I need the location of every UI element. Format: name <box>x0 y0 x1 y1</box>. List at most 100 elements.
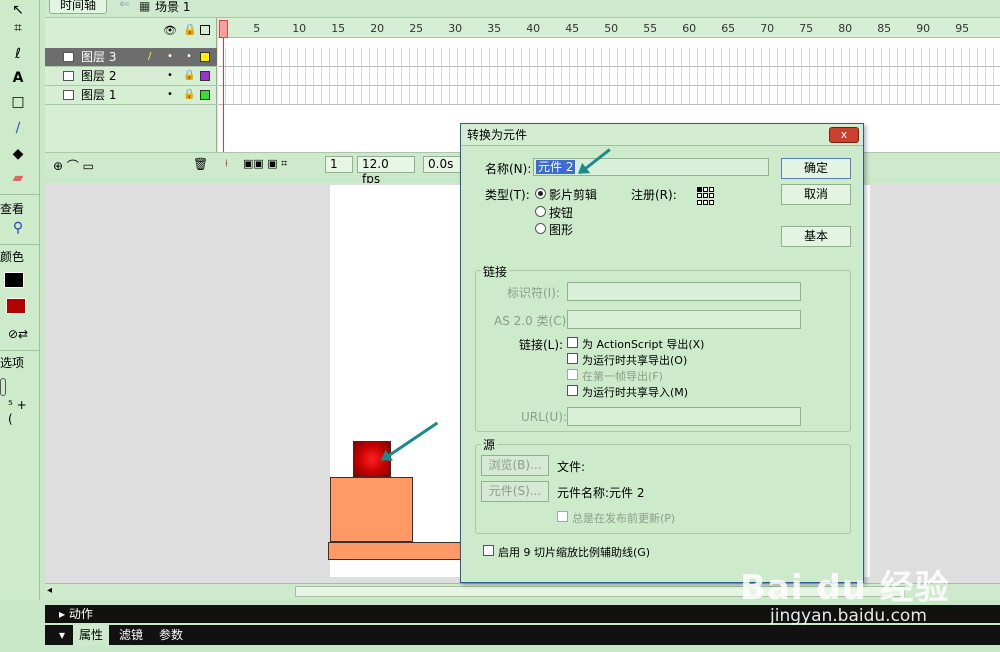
view-section-label: 查看 <box>0 202 25 216</box>
symbol-name-input[interactable]: 元件 2 <box>533 158 769 176</box>
type-graphic-radio[interactable] <box>535 223 546 234</box>
zoom-tool-icon[interactable]: ⚲ <box>8 218 28 238</box>
tab-filters[interactable]: 滤镜 <box>119 625 143 645</box>
orange-base-shape[interactable] <box>328 542 468 560</box>
layer-row-1[interactable]: 图层 1 • 🔒 <box>45 86 217 105</box>
lock-icon[interactable]: 🔒 <box>183 23 197 36</box>
cancel-button[interactable]: 取消 <box>781 184 851 205</box>
export-first-frame-label[interactable]: 在第一帧导出(F) <box>582 368 663 384</box>
export-runtime-checkbox[interactable] <box>567 353 578 364</box>
paint-bucket-icon[interactable]: ◆ <box>8 144 28 164</box>
rectangle-tool-icon[interactable]: □ <box>8 92 28 112</box>
ruler-tick: 5 <box>253 22 261 35</box>
tab-parameters[interactable]: 参数 <box>159 625 183 645</box>
time-box: 0.0s <box>423 156 463 173</box>
lock-dot[interactable]: • <box>186 48 192 66</box>
close-button[interactable]: x <box>829 127 859 143</box>
type-movieclip-radio[interactable] <box>535 188 546 199</box>
smooth-option-icon[interactable]: ⁵ +( <box>8 398 28 426</box>
registration-grid[interactable] <box>697 187 715 205</box>
registration-label: 注册(R): <box>631 188 677 202</box>
layer-color-swatch[interactable] <box>200 71 210 81</box>
browse-button[interactable]: 浏览(B)... <box>481 455 549 476</box>
ruler-tick: 75 <box>799 22 814 35</box>
import-runtime-label[interactable]: 为运行时共享导入(M) <box>582 384 688 400</box>
layer-row-3[interactable]: 图层 3 / • • <box>45 48 217 67</box>
back-arrow-icon[interactable]: ⇐ <box>119 0 130 12</box>
layer-color-swatch[interactable] <box>200 52 210 62</box>
ruler-tick: 65 <box>721 22 736 35</box>
nine-slice-checkbox[interactable] <box>483 545 494 556</box>
import-runtime-checkbox[interactable] <box>567 385 578 396</box>
onion-skin-icons[interactable]: ▣▣ ▣ ⌗ <box>243 157 287 171</box>
tab-properties[interactable]: 属性 <box>73 625 110 645</box>
ok-button[interactable]: 确定 <box>781 158 851 179</box>
orange-box-shape[interactable] <box>330 477 413 542</box>
type-button-label[interactable]: 按钮 <box>549 204 573 221</box>
as-class-label: AS 2.0 类(C): <box>494 314 571 328</box>
symbol-source-button[interactable]: 元件(S)... <box>481 481 549 502</box>
frame-row[interactable] <box>218 67 1000 86</box>
lock-icon[interactable]: 🔒 <box>183 86 195 104</box>
toolbox: ↖ ⌗ ℓ A □ ∕ ◆ ▰ 查看 ⚲ 颜色 ⊘⇄ 选项 ⁵ +( <box>0 0 40 600</box>
actions-panel-label: 动作 <box>68 607 93 621</box>
eraser-tool-icon[interactable]: ▰ <box>8 168 28 188</box>
layer-row-2[interactable]: 图层 2 • 🔒 <box>45 67 217 86</box>
export-actionscript-label[interactable]: 为 ActionScript 导出(X) <box>582 336 704 352</box>
layer-name: 图层 1 <box>81 88 117 102</box>
ruler-tick: 95 <box>955 22 970 35</box>
center-frame-icon[interactable]: ⍿ <box>225 157 228 171</box>
type-button-radio[interactable] <box>535 206 546 217</box>
visible-dot[interactable]: • <box>167 67 173 85</box>
ruler-tick: 35 <box>487 22 502 35</box>
timeline-tab[interactable]: 时间轴 <box>49 0 107 14</box>
playhead-handle[interactable] <box>219 20 228 38</box>
scene-label[interactable]: 场景 1 <box>155 0 190 15</box>
ruler-tick: 45 <box>565 22 580 35</box>
frame-row[interactable] <box>218 86 1000 105</box>
lock-icon[interactable]: 🔒 <box>183 67 195 85</box>
frame-ruler[interactable]: 15101520253035404550556065707580859095 <box>218 18 1000 38</box>
stroke-color-swatch[interactable] <box>4 272 24 288</box>
ruler-tick: 10 <box>292 22 307 35</box>
free-transform-icon[interactable]: ⌗ <box>8 18 28 38</box>
export-runtime-label[interactable]: 为运行时共享导出(O) <box>582 352 687 368</box>
ruler-tick: 15 <box>331 22 346 35</box>
scroll-left-icon[interactable]: ◂ <box>47 585 52 596</box>
options-section-label: 选项 <box>0 356 25 370</box>
layer-page-icon <box>63 90 74 100</box>
layer-color-swatch[interactable] <box>200 90 210 100</box>
source-group-label: 源 <box>481 436 498 453</box>
type-movieclip-label[interactable]: 影片剪辑 <box>549 186 597 203</box>
always-update-label[interactable]: 总是在发布前更新(P) <box>572 510 675 526</box>
swap-colors-icon[interactable]: ⊘⇄ <box>8 324 28 344</box>
dialog-title[interactable]: 转换为元件 <box>461 124 863 146</box>
fill-color-swatch[interactable] <box>6 298 26 314</box>
basic-button[interactable]: 基本 <box>781 226 851 247</box>
text-tool-icon[interactable]: A <box>8 68 28 88</box>
nine-slice-label[interactable]: 启用 9 切片缩放比例辅助线(G) <box>498 544 650 560</box>
trash-icon[interactable]: 🗑 <box>193 157 208 171</box>
outline-icon[interactable] <box>200 25 210 35</box>
identifier-input[interactable] <box>567 282 801 301</box>
linkage-label: 链接(L): <box>519 338 564 352</box>
visible-dot[interactable]: • <box>167 86 173 104</box>
lasso-tool-icon[interactable]: ℓ <box>8 44 28 64</box>
visible-dot[interactable]: • <box>167 48 173 66</box>
as-class-input[interactable] <box>567 310 801 329</box>
url-input[interactable] <box>567 407 801 426</box>
type-graphic-label[interactable]: 图形 <box>549 221 573 238</box>
ruler-tick: 80 <box>838 22 853 35</box>
fps-box[interactable]: 12.0 fps <box>357 156 415 186</box>
add-layer-icons[interactable]: ⊕ ⌒ ▭ <box>53 157 94 174</box>
properties-panel-header: ▾ 属性 滤镜 参数 <box>45 625 1000 645</box>
pencil-icon: / <box>148 51 152 62</box>
always-update-checkbox[interactable] <box>557 511 568 522</box>
export-actionscript-checkbox[interactable] <box>567 337 578 348</box>
brush-tool-icon[interactable]: ∕ <box>8 118 28 138</box>
export-first-frame-checkbox[interactable] <box>567 369 578 380</box>
frame-row[interactable] <box>218 48 1000 67</box>
snap-option-icon[interactable] <box>0 378 6 396</box>
subselect-tool-icon[interactable]: ↖ <box>8 0 28 20</box>
eye-icon[interactable]: 👁 <box>163 24 177 37</box>
